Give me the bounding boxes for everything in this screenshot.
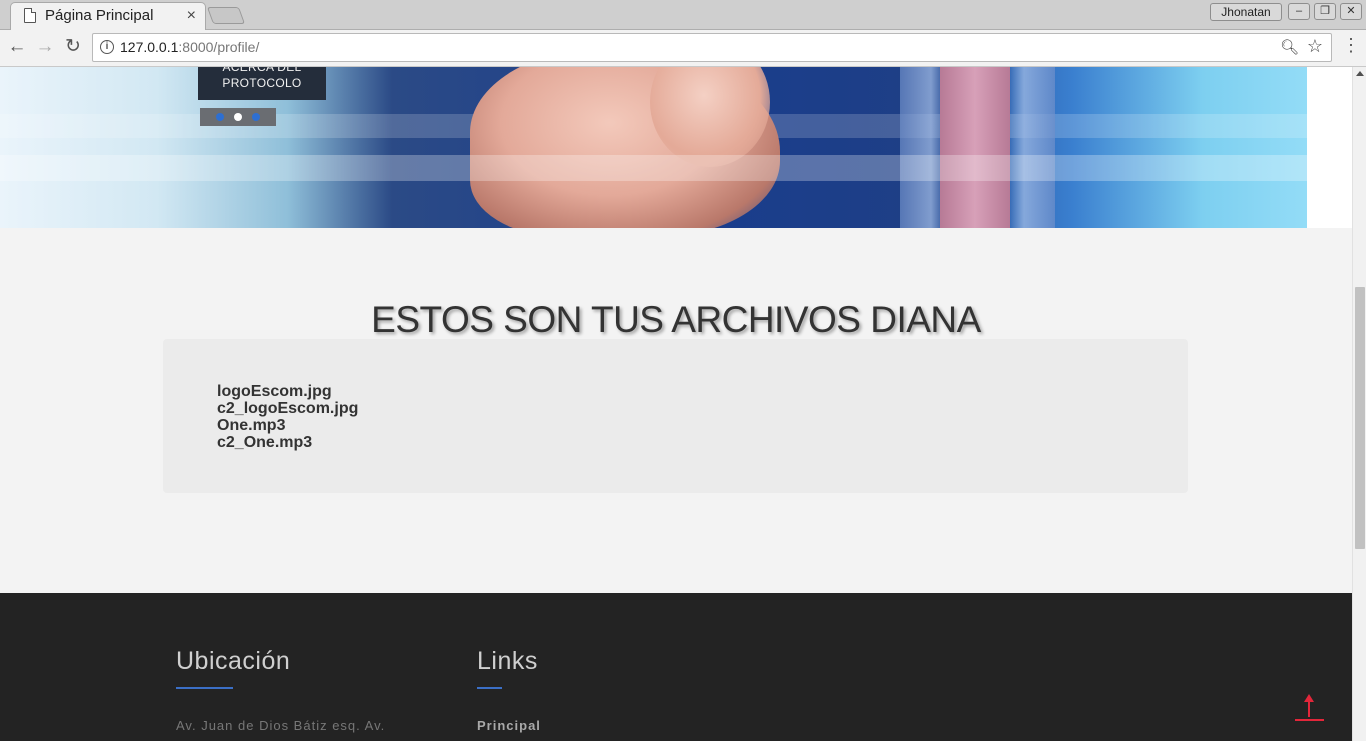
url-path: :8000/profile/ — [178, 39, 260, 55]
slider-dot[interactable] — [216, 113, 224, 121]
about-protocol-line2: PROTOCOLO — [222, 76, 302, 90]
files-panel: logoEscom.jpg c2_logoEscom.jpg One.mp3 c… — [163, 339, 1188, 493]
url-text[interactable]: 127.0.0.1:8000/profile/ — [120, 39, 259, 55]
page-viewport: ACERCA DEL PROTOCOLO ESTOS SON TUS ARCHI… — [0, 67, 1352, 741]
scroll-to-top-button[interactable] — [1295, 694, 1324, 722]
browser-menu-icon[interactable]: ⋮ — [1342, 35, 1360, 56]
browser-toolbar: ← → ↻ i 127.0.0.1:8000/profile/ 🔍︎ ☆ ⋮ — [0, 30, 1366, 67]
file-item[interactable]: c2_logoEscom.jpg — [217, 400, 358, 417]
slider-pagination — [200, 108, 276, 126]
browser-tab-content[interactable]: Página Principal × — [10, 2, 204, 29]
file-list: logoEscom.jpg c2_logoEscom.jpg One.mp3 c… — [217, 383, 358, 451]
arrow-up-shaft — [1308, 699, 1310, 717]
file-item[interactable]: c2_One.mp3 — [217, 434, 358, 451]
page-scrollbar[interactable] — [1352, 67, 1366, 741]
hero-tie-image — [940, 67, 1010, 228]
restore-button[interactable]: ❐ — [1314, 3, 1336, 20]
tab-title: Página Principal — [45, 7, 154, 24]
footer: Ubicación Av. Juan de Dios Bátiz esq. Av… — [0, 593, 1352, 741]
bookmark-star-icon[interactable]: ☆ — [1307, 36, 1323, 57]
hero-light-band — [0, 155, 1307, 181]
profile-button[interactable]: Jhonatan — [1210, 3, 1282, 21]
about-protocol-button[interactable]: ACERCA DEL PROTOCOLO — [198, 67, 326, 100]
scroll-up-arrow-icon[interactable] — [1356, 71, 1364, 76]
url-host: 127.0.0.1 — [120, 39, 179, 55]
footer-link-principal[interactable]: Principal — [477, 718, 541, 733]
arrow-up-base — [1295, 719, 1324, 721]
zoom-icon[interactable]: 🔍︎ — [1280, 38, 1299, 56]
back-arrow-icon[interactable]: ← — [6, 36, 28, 58]
reload-icon[interactable]: ↻ — [62, 36, 84, 58]
minimize-button[interactable]: – — [1288, 3, 1310, 20]
tab-close-icon[interactable]: × — [187, 7, 196, 25]
new-tab-button[interactable] — [206, 7, 246, 24]
file-item[interactable]: One.mp3 — [217, 417, 358, 434]
hero-banner — [0, 67, 1307, 228]
files-title: ESTOS SON TUS ARCHIVOS DIANA — [371, 299, 981, 340]
address-bar[interactable]: i 127.0.0.1:8000/profile/ 🔍︎ ☆ — [92, 33, 1332, 62]
slider-dot-active[interactable] — [234, 113, 242, 121]
hero-white-strip — [1307, 67, 1352, 228]
scrollbar-thumb[interactable] — [1355, 287, 1365, 549]
footer-heading-underline — [176, 687, 233, 689]
footer-links-heading: Links — [477, 647, 538, 675]
close-window-button[interactable]: ✕ — [1340, 3, 1362, 20]
page-favicon-icon — [24, 8, 36, 23]
footer-address: Av. Juan de Dios Bátiz esq. Av. — [176, 718, 386, 733]
file-item[interactable]: logoEscom.jpg — [217, 383, 358, 400]
slider-dot[interactable] — [252, 113, 260, 121]
footer-location-heading: Ubicación — [176, 647, 291, 675]
forward-arrow-icon[interactable]: → — [34, 36, 56, 58]
about-protocol-line1: ACERCA DEL — [222, 67, 302, 74]
footer-heading-underline — [477, 687, 502, 689]
site-info-icon[interactable]: i — [100, 40, 114, 54]
tab-strip: Página Principal × Jhonatan – ❐ ✕ — [0, 0, 1366, 30]
